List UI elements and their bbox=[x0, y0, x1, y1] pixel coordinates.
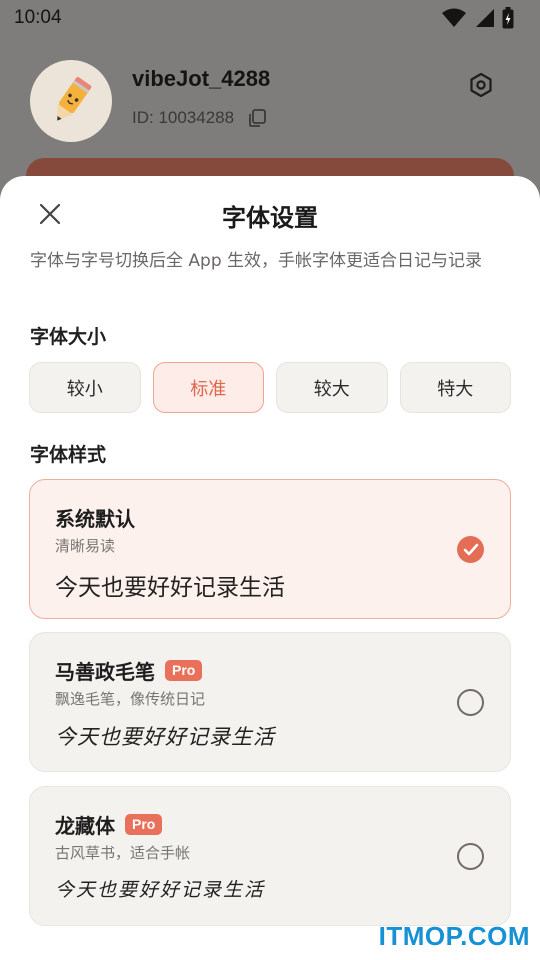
status-bar: 10:04 bbox=[0, 0, 540, 36]
font-size-label: 字体大小 bbox=[30, 326, 107, 348]
font-name-text: 系统默认 bbox=[55, 507, 135, 531]
font-name-text: 龙藏体 bbox=[55, 814, 115, 838]
radio-unselected[interactable] bbox=[457, 843, 484, 870]
font-settings-sheet: 字体设置 字体与字号切换后全 App 生效，手帐字体更适合日记与记录 字体大小 … bbox=[0, 176, 540, 960]
font-style-label: 字体样式 bbox=[30, 444, 107, 466]
font-card-longcang[interactable]: 龙藏体 Pro 古风草书，适合手帐 今天也要好好记录生活 bbox=[29, 786, 511, 926]
check-icon bbox=[463, 543, 478, 555]
sheet-title: 字体设置 bbox=[222, 204, 318, 232]
font-sample: 今天也要好好记录生活 bbox=[55, 575, 285, 601]
font-subtitle: 飘逸毛笔，像传统日记 bbox=[55, 690, 206, 708]
wifi-icon bbox=[442, 8, 466, 27]
size-option-large[interactable]: 较大 bbox=[276, 362, 388, 413]
battery-icon bbox=[502, 7, 514, 29]
profile-header: vibeJot_4288 ID: 10034288 bbox=[30, 52, 510, 142]
pro-badge: Pro bbox=[125, 814, 163, 835]
status-icons bbox=[442, 7, 514, 29]
radio-unselected[interactable] bbox=[457, 689, 484, 716]
sheet-description: 字体与字号切换后全 App 生效，手帐字体更适合日记与记录 bbox=[30, 251, 483, 271]
size-option-extra-large[interactable]: 特大 bbox=[399, 362, 511, 413]
radio-selected[interactable] bbox=[457, 536, 484, 563]
size-option-standard[interactable]: 标准 bbox=[152, 362, 264, 413]
font-name: 系统默认 bbox=[55, 503, 135, 532]
signal-icon bbox=[476, 9, 494, 27]
size-option-small[interactable]: 较小 bbox=[29, 362, 141, 413]
font-sample: 今天也要好好记录生活 bbox=[55, 725, 275, 749]
font-name-text: 马善政毛笔 bbox=[55, 660, 155, 684]
font-size-options: 较小 标准 较大 特大 bbox=[29, 362, 511, 413]
font-name: 龙藏体 Pro bbox=[55, 810, 163, 839]
font-card-system[interactable]: 系统默认 清晰易读 今天也要好好记录生活 bbox=[29, 479, 511, 619]
watermark: ITMOP.COM bbox=[378, 921, 530, 951]
font-subtitle: 清晰易读 bbox=[55, 537, 116, 555]
pro-badge: Pro bbox=[165, 660, 203, 681]
user-id: ID: 10034288 bbox=[132, 108, 235, 127]
copy-icon[interactable] bbox=[248, 109, 266, 127]
pencil-avatar-icon bbox=[57, 76, 92, 121]
font-name: 马善政毛笔 Pro bbox=[55, 656, 203, 685]
font-subtitle: 古风草书，适合手帐 bbox=[55, 844, 191, 862]
font-sample: 今天也要好好记录生活 bbox=[55, 879, 266, 901]
user-id-row: ID: 10034288 bbox=[132, 108, 266, 128]
font-card-mashanzheng[interactable]: 马善政毛笔 Pro 飘逸毛笔，像传统日记 今天也要好好记录生活 bbox=[29, 632, 511, 772]
avatar[interactable] bbox=[30, 60, 112, 142]
settings-icon[interactable] bbox=[468, 72, 494, 98]
status-time: 10:04 bbox=[14, 7, 62, 28]
username: vibeJot_4288 bbox=[132, 66, 271, 91]
